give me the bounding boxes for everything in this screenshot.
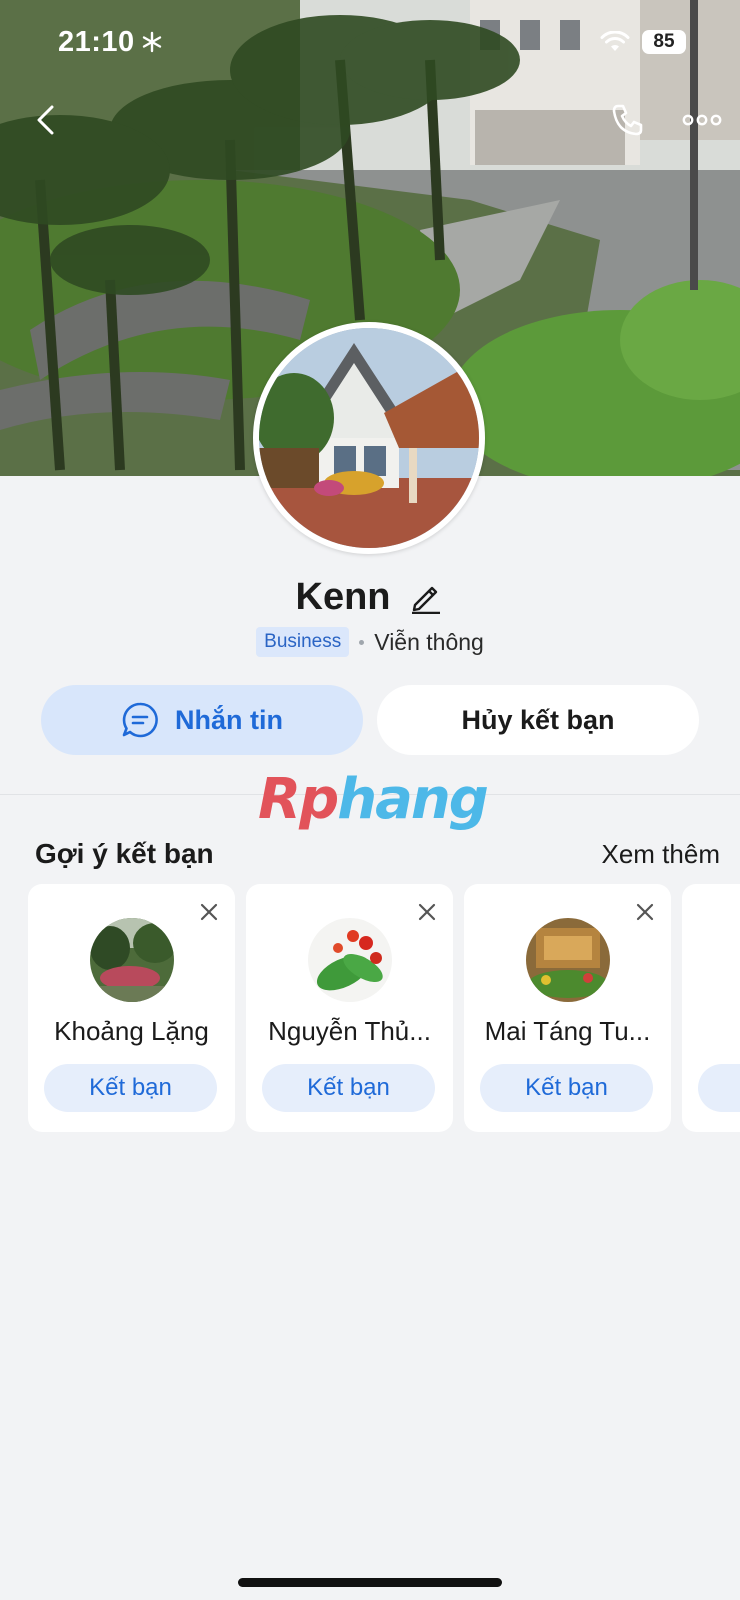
suggestion-card[interactable]: Khoảng Lặng Kết bạn <box>28 884 235 1132</box>
avatar-house-image <box>259 328 479 548</box>
business-badge: Business <box>256 627 350 657</box>
profile-actions: Nhắn tin Hủy kết bạn <box>41 685 699 755</box>
name-row: Kenn <box>0 570 740 624</box>
suggestion-card[interactable]: Nguyễn Thủ... Kết bạn <box>246 884 453 1132</box>
battery-icon: 85 <box>642 30 686 54</box>
decoration-photo <box>526 918 610 1002</box>
suggestion-name: Mai Táng Tu... <box>484 1016 651 1046</box>
top-nav <box>0 96 740 144</box>
business-category: Viễn thông <box>374 628 484 655</box>
call-button[interactable] <box>603 96 651 144</box>
profile-screen: 21:10 85 Kenn Business Viễn thông Nhắn t… <box>0 0 740 1600</box>
close-icon <box>418 903 436 921</box>
separator-dot <box>359 639 365 645</box>
add-friend-button-partial[interactable] <box>698 1064 740 1112</box>
message-button[interactable]: Nhắn tin <box>41 685 363 755</box>
see-more-link[interactable]: Xem thêm <box>602 839 721 870</box>
snowflake-icon <box>142 31 161 53</box>
phone-icon <box>612 104 643 136</box>
status-bar: 21:10 85 <box>0 0 740 84</box>
friend-suggestions-header: Gợi ý kết bạn Xem thêm <box>35 832 720 876</box>
suggestion-name: Khoảng Lặng <box>54 1016 209 1046</box>
message-button-label: Nhắn tin <box>175 704 283 735</box>
dismiss-suggestion-button[interactable] <box>197 900 221 924</box>
dismiss-suggestion-button[interactable] <box>415 900 439 924</box>
edit-name-button[interactable] <box>405 577 445 617</box>
back-button[interactable] <box>22 96 70 144</box>
watermark-logo: Rphang <box>258 767 489 832</box>
add-friend-button[interactable]: Kết bạn <box>480 1064 653 1112</box>
watermark-part-1: Rp <box>258 767 339 832</box>
unfriend-button-label: Hủy kết bạn <box>461 704 615 735</box>
wifi-icon <box>600 31 630 51</box>
back-arrow-icon <box>37 105 54 135</box>
profile-avatar[interactable] <box>253 322 485 554</box>
dismiss-suggestion-button[interactable] <box>633 900 657 924</box>
add-friend-button[interactable]: Kết bạn <box>262 1064 435 1112</box>
close-icon <box>636 903 654 921</box>
battery-level: 85 <box>653 31 675 52</box>
profile-name: Kenn <box>295 575 391 618</box>
friend-suggestions-title: Gợi ý kết bạn <box>35 838 214 869</box>
flower-photo <box>308 918 392 1002</box>
more-options-button[interactable] <box>678 96 726 144</box>
suggestion-avatar[interactable] <box>90 918 174 1002</box>
pencil-icon <box>411 586 440 614</box>
suggestion-avatar[interactable] <box>308 918 392 1002</box>
friend-suggestions-list: Khoảng Lặng Kết bạn Nguyễn Thủ... Kết bạ… <box>28 884 740 1134</box>
home-indicator[interactable] <box>238 1578 502 1587</box>
garden-photo <box>90 918 174 1002</box>
suggestion-name: Nguyễn Thủ... <box>268 1016 431 1046</box>
more-dots-icon <box>682 114 722 126</box>
unfriend-button[interactable]: Hủy kết bạn <box>377 685 699 755</box>
suggestion-card[interactable]: Mai Táng Tu... Kết bạn <box>464 884 671 1132</box>
chat-bubble-icon <box>122 702 158 738</box>
suggestion-avatar[interactable] <box>526 918 610 1002</box>
close-icon <box>200 903 218 921</box>
watermark-part-2: hang <box>337 767 489 832</box>
suggestion-card-partial[interactable] <box>682 884 740 1132</box>
status-time: 21:10 <box>58 25 135 58</box>
profile-tags: Business Viễn thông <box>0 625 740 659</box>
add-friend-button[interactable]: Kết bạn <box>44 1064 217 1112</box>
